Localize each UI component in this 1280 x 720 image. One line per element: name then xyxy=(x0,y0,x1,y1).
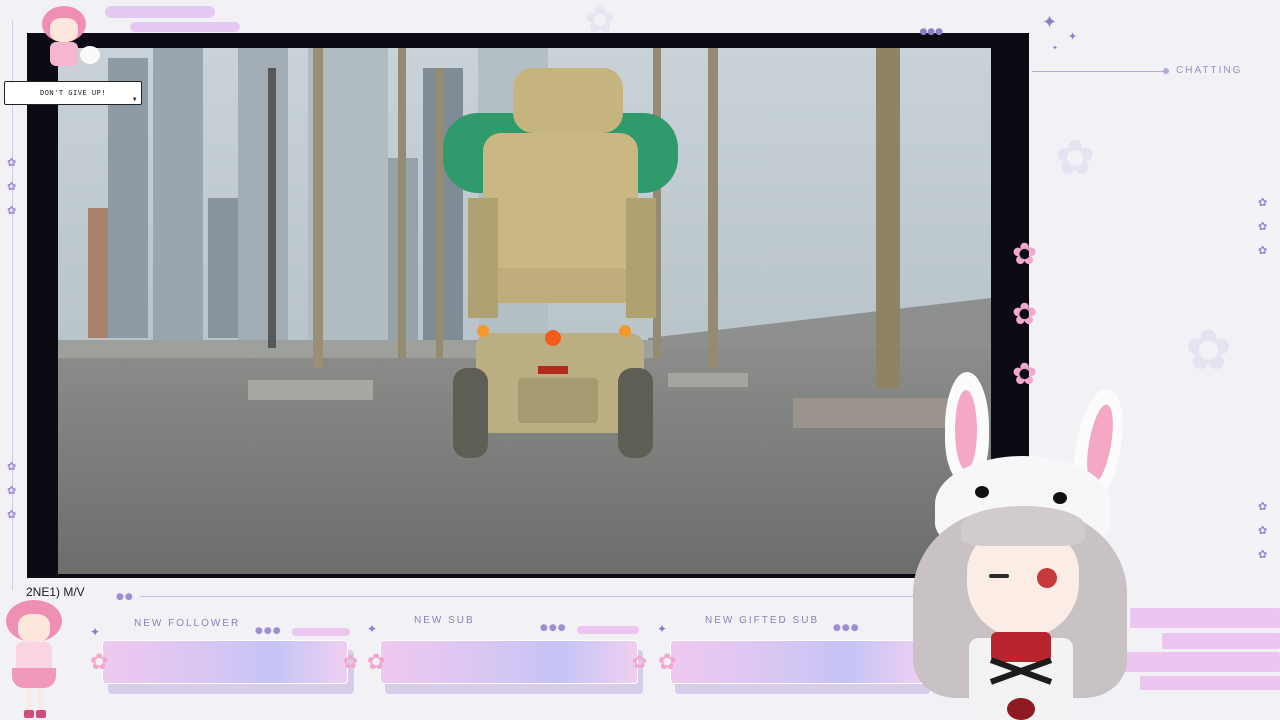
speech-bubble: DON'T GIVE UP! ▼ xyxy=(4,81,142,105)
violet-flower-icon: ✿ xyxy=(7,156,17,169)
sparkle-icon: ✦ xyxy=(657,622,668,636)
sakura-icon: ✿ xyxy=(367,650,386,675)
video-frame-image xyxy=(58,48,991,574)
brush-decoration xyxy=(130,22,240,32)
vtuber-avatar xyxy=(895,368,1135,720)
brush-decoration xyxy=(1140,676,1280,690)
violet-flower-icon: ✿ xyxy=(1258,548,1268,561)
alert-panel-new-follower xyxy=(102,640,348,684)
chibi-character xyxy=(40,4,100,68)
scroll-arrow-icon: ▼ xyxy=(132,96,137,103)
violet-flower-icon: ✿ xyxy=(1258,244,1268,257)
brush-decoration xyxy=(292,628,350,636)
sakura-icon: ✿ xyxy=(1012,297,1038,332)
frame-accent-line xyxy=(12,20,13,590)
violet-flower-icon: ✿ xyxy=(1258,220,1268,233)
violet-flower-icon: ✿ xyxy=(7,484,17,497)
video-title: 2NE1) M/V xyxy=(26,585,85,599)
alert-dots: ●●● xyxy=(833,623,860,633)
video-player[interactable] xyxy=(58,48,991,574)
violet-flower-icon: ✿ xyxy=(7,204,17,217)
speech-bubble-text: DON'T GIVE UP! xyxy=(39,89,106,97)
brush-decoration xyxy=(1130,608,1280,628)
background-sakura-icon: ✿ xyxy=(1055,130,1096,186)
chat-divider-dot xyxy=(1163,68,1169,74)
violet-flower-icon: ✿ xyxy=(1258,524,1268,537)
violet-flower-icon: ✿ xyxy=(1258,196,1268,209)
violet-flower-icon: ✿ xyxy=(1258,500,1268,513)
sparkle-icon: ✦ xyxy=(90,625,101,639)
sakura-icon: ✿ xyxy=(658,650,677,675)
chibi-character-full xyxy=(2,598,74,720)
violet-flower-icon: ✿ xyxy=(7,180,17,193)
alert-panel-new-gifted-sub xyxy=(670,640,925,684)
brush-decoration xyxy=(105,6,215,18)
alert-label-new-follower: NEW FOLLOWER xyxy=(134,618,241,629)
brush-decoration xyxy=(577,626,639,634)
alert-panel-new-sub xyxy=(380,640,638,684)
title-underline xyxy=(140,596,920,597)
sparkle-icon: ✦ xyxy=(1052,44,1058,52)
frame-dots: ●●● xyxy=(919,27,943,37)
chatting-label: CHATTING xyxy=(1176,65,1243,76)
sparkle-icon: ✦ xyxy=(1042,12,1058,33)
background-sakura-icon: ✿ xyxy=(1185,318,1232,383)
alert-dots: ●●● xyxy=(255,626,282,636)
sakura-icon: ✿ xyxy=(1012,237,1038,272)
alert-dots: ●●● xyxy=(540,623,567,633)
violet-flower-icon: ✿ xyxy=(7,508,17,521)
sakura-icon: ✿ xyxy=(632,652,648,673)
alert-label-new-sub: NEW SUB xyxy=(414,615,475,626)
alert-label-new-gifted-sub: NEW GIFTED SUB xyxy=(705,615,820,626)
sparkle-icon: ✦ xyxy=(1068,30,1078,43)
violet-flower-icon: ✿ xyxy=(7,460,17,473)
brush-decoration xyxy=(1162,633,1280,649)
sparkle-icon: ✦ xyxy=(367,622,378,636)
sakura-icon: ✿ xyxy=(90,650,109,675)
sakura-icon: ✿ xyxy=(343,652,359,673)
chat-divider xyxy=(1032,71,1166,72)
title-dots: ●● xyxy=(116,592,134,602)
